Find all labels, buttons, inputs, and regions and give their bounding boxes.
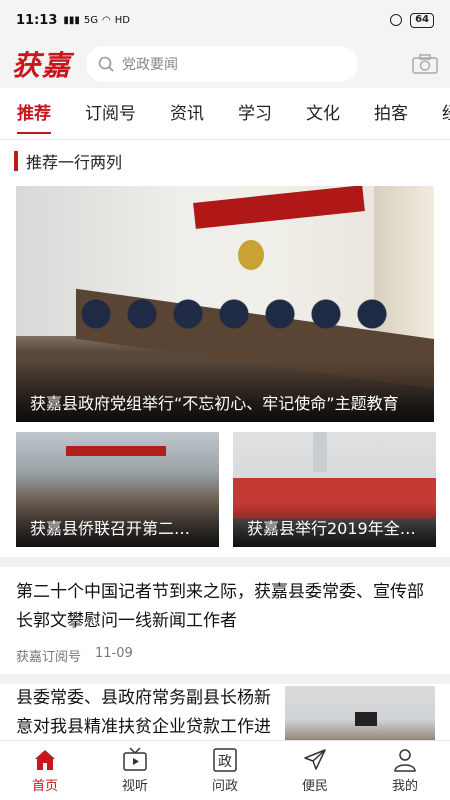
channel-tabs: 推荐 订阅号 资讯 学习 文化 拍客 经济 (0, 88, 450, 140)
svg-text:政: 政 (218, 754, 232, 770)
nav-video-label: 视听 (121, 779, 148, 794)
featured-card-right[interactable]: 获嘉县举行2019年全民健身活动 (233, 432, 436, 547)
news-thumbnail[interactable] (285, 686, 435, 742)
nav-service[interactable]: 便民 (270, 741, 360, 800)
wifi-icon: ◠ (102, 14, 111, 26)
tab-photo[interactable]: 拍客 (357, 88, 425, 139)
featured-large-caption: 获嘉县政府党组举行“不忘初心、牢记使命”主题教育 (30, 394, 399, 413)
nav-service-label: 便民 (301, 779, 328, 794)
nav-home-label: 首页 (31, 779, 58, 794)
featured-card-left[interactable]: 获嘉县侨联召开第二次代表大会 (16, 432, 219, 547)
section-header: 推荐一行两列 (14, 150, 122, 172)
search-placeholder: 党政要闻 (122, 57, 179, 73)
search-input[interactable]: 党政要闻 (86, 46, 359, 82)
featured-right-caption: 获嘉县举行2019年全民健身活动 (247, 519, 423, 538)
app-header: 获嘉 党政要闻 (0, 40, 450, 88)
news-meta: 获嘉订阅号 11-09 (16, 646, 436, 665)
nav-govern[interactable]: 政 问政 (180, 741, 270, 800)
tab-economy[interactable]: 经济 (425, 88, 450, 139)
signal-icon: ▮▮▮ (63, 14, 80, 26)
news-source: 获嘉订阅号 (16, 650, 82, 665)
section-divider (0, 557, 450, 567)
tab-news[interactable]: 资讯 (153, 88, 221, 139)
hd-label: HD (114, 14, 130, 26)
bottom-nav: 首页 视听 政 问政 便民 我的 (0, 740, 450, 800)
featured-left-caption: 获嘉县侨联召开第二次代表大会 (30, 519, 206, 538)
section-title: 推荐一行两列 (26, 153, 123, 172)
status-time: 11:13 (16, 12, 58, 28)
tab-subscription[interactable]: 订阅号 (68, 88, 153, 139)
tab-recommend[interactable]: 推荐 (0, 88, 68, 139)
featured-card-large[interactable]: 获嘉县政府党组举行“不忘初心、牢记使命”主题教育 (16, 186, 434, 422)
camera-icon[interactable] (412, 54, 438, 74)
govern-icon: 政 (213, 748, 237, 772)
rotation-lock-icon (390, 14, 403, 26)
news-item-2[interactable]: 县委常委、县政府常务副县长杨新意对我县精准扶贫企业贷款工作进行调研 (16, 684, 278, 740)
battery-indicator: 64 (410, 12, 434, 28)
news-divider (0, 674, 450, 684)
nav-govern-label: 问政 (211, 779, 238, 794)
nav-video[interactable]: 视听 (90, 741, 180, 800)
user-icon (394, 749, 416, 772)
nav-home[interactable]: 首页 (0, 741, 90, 800)
app-logo: 获嘉 (12, 49, 73, 82)
tv-icon (123, 747, 147, 771)
tab-study[interactable]: 学习 (221, 88, 289, 139)
home-icon (35, 750, 55, 770)
news-title-2: 县委常委、县政府常务副县长杨新意对我县精准扶贫企业贷款工作进行调研 (16, 688, 271, 737)
send-icon (304, 749, 326, 770)
status-bar: 11:13 ▮▮▮ 5G ◠ HD 64 (0, 0, 450, 40)
network-type: 5G (83, 14, 99, 26)
news-date: 11-09 (95, 646, 133, 661)
news-item[interactable]: 第二十个中国记者节到来之际，获嘉县委常委、宣传部长郭文攀慰问一线新闻工作者 获嘉… (16, 578, 436, 665)
news-title: 第二十个中国记者节到来之际，获嘉县委常委、宣传部长郭文攀慰问一线新闻工作者 (16, 582, 424, 631)
nav-profile-label: 我的 (391, 779, 418, 794)
section-accent-bar (14, 151, 18, 171)
status-signal-icons: ▮▮▮ 5G ◠ HD (63, 15, 130, 26)
search-icon (98, 56, 114, 72)
tab-culture[interactable]: 文化 (289, 88, 357, 139)
nav-profile[interactable]: 我的 (360, 741, 450, 800)
